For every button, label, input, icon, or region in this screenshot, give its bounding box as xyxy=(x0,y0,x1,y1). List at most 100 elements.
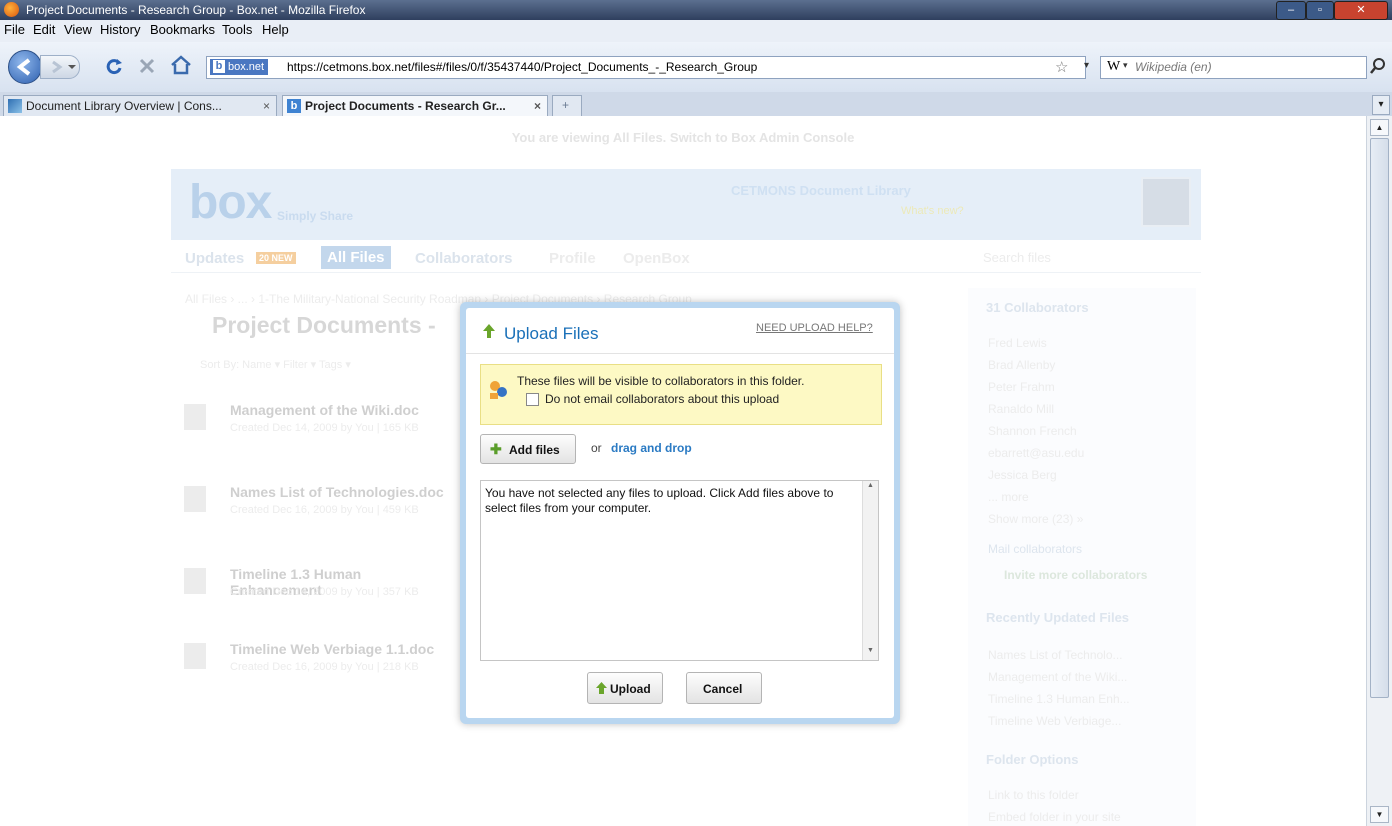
menu-help[interactable]: Help xyxy=(262,22,289,37)
collaborator-item[interactable]: Peter Frahm xyxy=(988,380,1055,394)
search-go-icon[interactable] xyxy=(1370,57,1386,75)
recent-file-link[interactable]: Timeline Web Verbiage... xyxy=(988,714,1121,728)
tab-list-button[interactable]: ▾ xyxy=(1372,95,1390,115)
back-arrow-icon xyxy=(16,58,31,76)
file-row[interactable]: Names List of Technologies.doc Created D… xyxy=(184,484,454,534)
box-favicon-icon: b xyxy=(287,99,301,113)
file-name[interactable]: Timeline Web Verbiage 1.1.doc xyxy=(230,641,434,657)
file-name[interactable]: Management of the Wiki.doc xyxy=(230,402,419,418)
minimize-button[interactable]: – xyxy=(1276,1,1306,20)
file-row[interactable]: Timeline Web Verbiage 1.1.doc Created De… xyxy=(184,641,454,691)
upload-arrow-icon xyxy=(483,324,495,338)
tab-project-documents[interactable]: b Project Documents - Research Gr... × xyxy=(282,95,548,116)
nav-collaborators[interactable]: Collaborators xyxy=(415,250,513,267)
folder-option-link[interactable]: Link to this folder xyxy=(988,788,1079,802)
menu-tools[interactable]: Tools xyxy=(222,22,252,37)
collaborator-item[interactable]: Ranaldo Mill xyxy=(988,402,1054,416)
recent-file-link[interactable]: Names List of Technolo... xyxy=(988,648,1123,662)
nav-all-files[interactable]: All Files xyxy=(321,246,391,269)
file-list-scrollbar[interactable]: ▲ ▼ xyxy=(862,481,878,660)
right-sidebar: 31 Collaborators Fred Lewis Brad Allenby… xyxy=(968,288,1196,826)
collaborator-item[interactable]: Shannon French xyxy=(988,424,1077,438)
tab-document-library[interactable]: Document Library Overview | Cons... × xyxy=(3,95,277,116)
avatar[interactable] xyxy=(1141,177,1191,227)
drag-drop-link[interactable]: drag and drop xyxy=(611,441,692,455)
invite-collaborators-link[interactable]: Invite more collaborators xyxy=(1004,568,1147,582)
upload-button[interactable]: Upload xyxy=(587,672,663,704)
tab-close-icon[interactable]: × xyxy=(263,99,270,113)
box-nav: Updates 20 NEW All Files Collaborators P… xyxy=(171,244,1201,273)
tab-close-icon[interactable]: × xyxy=(534,99,541,113)
box-logo[interactable]: box xyxy=(189,175,272,230)
home-icon[interactable] xyxy=(170,55,192,75)
scroll-down-button[interactable]: ▼ xyxy=(1370,806,1389,823)
collaborator-item[interactable]: Jessica Berg xyxy=(988,468,1057,482)
cancel-button[interactable]: Cancel xyxy=(686,672,762,704)
dialog-header: Upload Files NEED UPLOAD HELP? xyxy=(466,308,894,354)
search-files-input[interactable]: Search files xyxy=(983,250,1051,265)
library-name[interactable]: CETMONS Document Library xyxy=(731,183,911,198)
collaborator-item[interactable]: ebarrett@asu.edu xyxy=(988,446,1084,460)
box-header: box Simply Share CETMONS Document Librar… xyxy=(171,169,1201,240)
site-identity-label: box.net xyxy=(228,61,265,73)
folder-option-link[interactable]: Embed folder in your site xyxy=(988,810,1121,824)
url-dropdown-icon[interactable]: ▾ xyxy=(1084,60,1089,71)
folder-title: Project Documents - xyxy=(212,312,436,338)
recent-file-link[interactable]: Management of the Wiki... xyxy=(988,670,1127,684)
nav-profile[interactable]: Profile xyxy=(549,250,596,267)
forward-button[interactable] xyxy=(40,55,80,79)
menu-history[interactable]: History xyxy=(100,22,140,37)
back-button[interactable] xyxy=(8,50,42,84)
recent-file-link[interactable]: Timeline 1.3 Human Enh... xyxy=(988,692,1130,706)
folder-options-title: Folder Options xyxy=(986,752,1079,767)
empty-files-message: You have not selected any files to uploa… xyxy=(485,486,834,515)
email-collaborators-link[interactable]: Mail collaborators xyxy=(988,542,1082,556)
admin-banner: You are viewing All Files. Switch to Box… xyxy=(0,130,1366,152)
maximize-button[interactable]: ▫ xyxy=(1306,1,1334,20)
collaborator-item[interactable]: Fred Lewis xyxy=(988,336,1047,350)
search-engine-dropdown-icon[interactable]: ▾ xyxy=(1123,60,1128,71)
site-identity-badge[interactable]: b box.net xyxy=(210,59,269,75)
reload-icon[interactable] xyxy=(104,56,124,76)
file-name[interactable]: Names List of Technologies.doc xyxy=(230,484,444,500)
file-row[interactable]: Timeline 1.3 Human Enhancement Created D… xyxy=(184,566,454,616)
tagline: Simply Share xyxy=(277,209,354,223)
scroll-thumb[interactable] xyxy=(1370,138,1389,698)
search-bar[interactable]: W ▾ Wikipedia (en) xyxy=(1100,56,1367,79)
show-more-link[interactable]: Show more (23) » xyxy=(988,512,1083,526)
tab-label: Document Library Overview | Cons... xyxy=(26,99,222,113)
doc-file-icon xyxy=(184,568,206,594)
stop-icon[interactable] xyxy=(138,57,156,75)
window-title-bar: Project Documents - Research Group - Box… xyxy=(0,0,1392,20)
bookmark-star-icon[interactable]: ☆ xyxy=(1055,58,1068,76)
add-files-button[interactable]: ✚ Add files xyxy=(480,434,576,464)
upload-help-link[interactable]: NEED UPLOAD HELP? xyxy=(756,322,873,334)
close-window-button[interactable]: ✕ xyxy=(1334,1,1388,20)
menu-bookmarks[interactable]: Bookmarks xyxy=(150,22,215,37)
vertical-scrollbar[interactable]: ▲ ▼ xyxy=(1366,116,1392,826)
nav-openbox[interactable]: OpenBox xyxy=(623,250,690,267)
scroll-up-button[interactable]: ▲ xyxy=(1370,119,1389,136)
sort-controls[interactable]: Sort By: Name ▾ Filter ▾ Tags ▾ xyxy=(200,358,351,371)
scroll-down-arrow-icon[interactable]: ▼ xyxy=(867,647,874,654)
collaborator-item[interactable]: ... more xyxy=(988,490,1029,504)
add-files-label: Add files xyxy=(509,443,560,457)
wikipedia-icon[interactable]: W xyxy=(1107,59,1120,75)
url-bar[interactable]: b box.net https://cetmons.box.net/files#… xyxy=(206,56,1086,79)
selected-files-list[interactable]: You have not selected any files to uploa… xyxy=(480,480,879,661)
file-meta: Created Dec 14, 2009 by You | 165 KB xyxy=(230,422,419,434)
or-text: or xyxy=(591,441,602,455)
no-email-checkbox[interactable] xyxy=(526,393,539,406)
box-favicon-icon: b xyxy=(213,60,225,73)
drupal-favicon-icon xyxy=(8,99,22,113)
menu-view[interactable]: View xyxy=(64,22,92,37)
nav-updates[interactable]: Updates xyxy=(185,250,244,267)
menu-file[interactable]: File xyxy=(4,22,25,37)
collaborator-item[interactable]: Brad Allenby xyxy=(988,358,1055,372)
menu-edit[interactable]: Edit xyxy=(33,22,55,37)
scroll-up-arrow-icon[interactable]: ▲ xyxy=(867,482,874,489)
tab-bar: Document Library Overview | Cons... × b … xyxy=(0,92,1392,117)
file-row[interactable]: Management of the Wiki.doc Created Dec 1… xyxy=(184,402,454,452)
new-tab-button[interactable]: + xyxy=(552,95,582,116)
whats-new-link[interactable]: What's new? xyxy=(901,205,964,217)
